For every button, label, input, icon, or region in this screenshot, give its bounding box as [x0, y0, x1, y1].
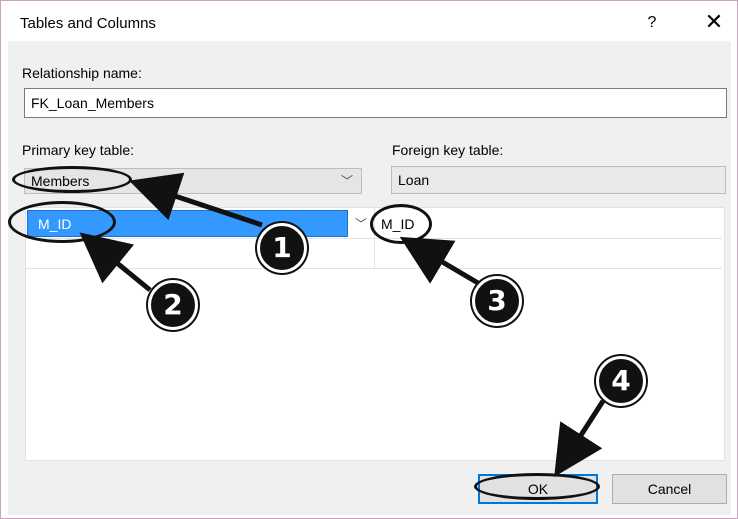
primary-key-table-label: Primary key table: [22, 142, 135, 158]
annotation-ellipse-foreign-column [370, 204, 432, 244]
relationship-name-label: Relationship name: [22, 65, 142, 81]
callout-badge-4: 4 [596, 356, 646, 406]
grid-row-divider [26, 268, 722, 269]
foreign-key-table-label: Foreign key table: [392, 142, 504, 158]
annotation-ellipse-primary-table [12, 166, 132, 193]
annotation-ellipse-ok [474, 473, 600, 500]
annotation-ellipse-primary-column [8, 201, 116, 243]
chevron-down-icon: ﹀ [340, 174, 353, 188]
callout-badge-2: 2 [148, 280, 198, 330]
close-icon[interactable]: ✕ [701, 9, 727, 35]
dialog-title: Tables and Columns [20, 15, 156, 32]
callout-badge-3: 3 [472, 276, 522, 326]
relationship-name-input[interactable]: FK_Loan_Members [24, 88, 727, 118]
help-icon[interactable]: ? [640, 10, 664, 36]
foreign-key-table-field: Loan [391, 166, 726, 194]
chevron-down-icon[interactable]: ﹀ [351, 211, 371, 237]
cancel-button[interactable]: Cancel [612, 474, 727, 504]
dialog-content: Relationship name: FK_Loan_Members Prima… [8, 41, 731, 515]
callout-badge-1: 1 [257, 223, 307, 273]
columns-grid: M_ID ﹀ M_ID [25, 207, 725, 461]
tables-and-columns-dialog: Tables and Columns ? ✕ Relationship name… [0, 0, 738, 519]
title-bar: Tables and Columns ? ✕ [1, 1, 737, 41]
